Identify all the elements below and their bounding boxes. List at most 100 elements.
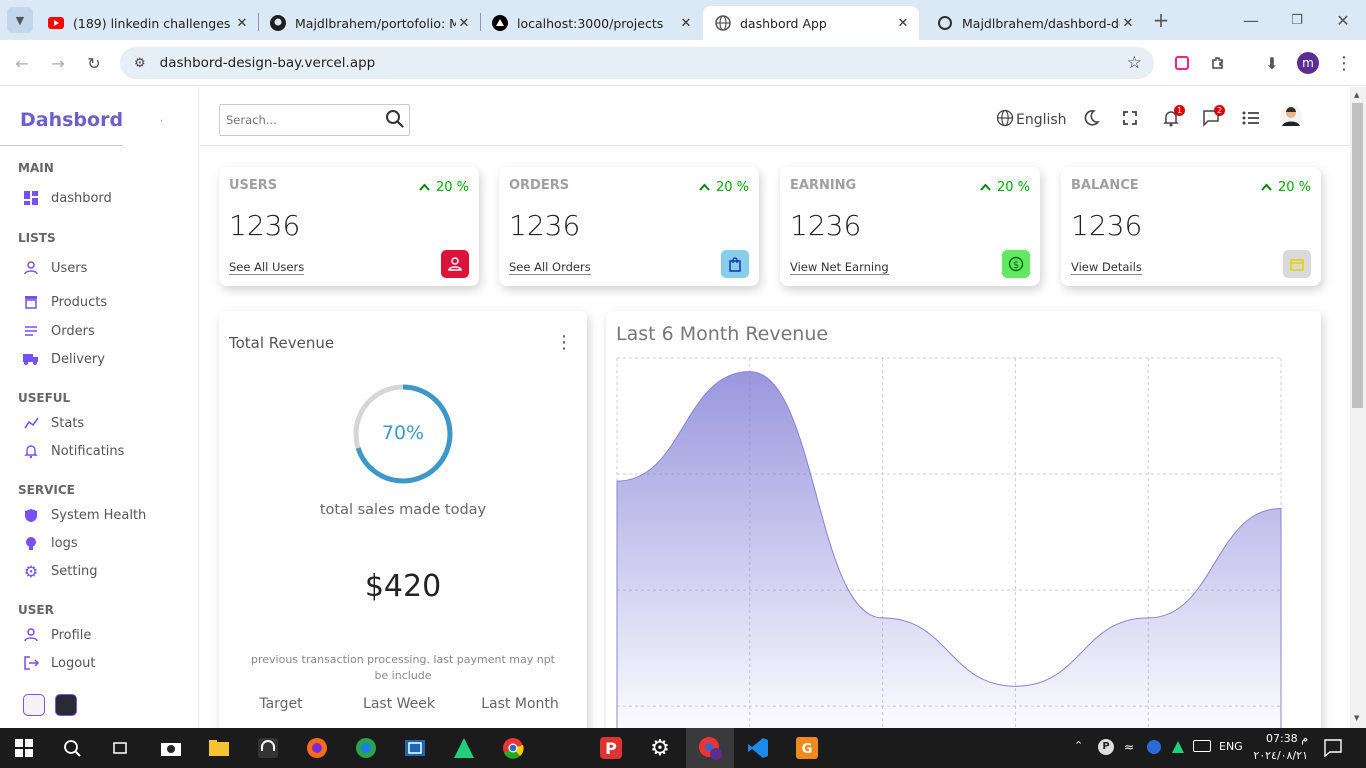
- tab-dashbord-app[interactable]: dashbord App ✕: [703, 6, 919, 40]
- page-scrollbar[interactable]: ▲ ▼: [1350, 87, 1366, 728]
- download-icon[interactable]: ⬇: [1259, 50, 1285, 76]
- tab-youtube[interactable]: (189) linkedin challenges in r ✕: [36, 6, 258, 40]
- sidebar-item-stats[interactable]: Stats: [22, 414, 84, 432]
- clock-time[interactable]: 07:38 م: [1256, 732, 1308, 745]
- windows-start-icon[interactable]: [12, 736, 36, 760]
- site-settings-icon[interactable]: ⚙: [134, 56, 146, 71]
- firefox-icon[interactable]: [305, 736, 329, 760]
- divider: [0, 145, 123, 146]
- task-view-icon[interactable]: [108, 736, 132, 760]
- sidebar-item-dashbord[interactable]: dashbord: [22, 189, 112, 207]
- more-vert-icon[interactable]: ⋮: [555, 332, 573, 353]
- tray-chrome-icon[interactable]: [1147, 740, 1161, 754]
- tab-localhost[interactable]: localhost:3000/projects ✕: [480, 6, 702, 40]
- dictionary-app-icon[interactable]: [403, 736, 427, 760]
- featured-subtitle: total sales made today: [319, 502, 487, 518]
- notification-center-icon[interactable]: [1324, 739, 1342, 761]
- light-theme-swatch[interactable]: [23, 694, 45, 716]
- fullscreen-button[interactable]: [1122, 109, 1138, 131]
- bookmark-star-icon[interactable]: ☆: [1127, 53, 1142, 73]
- truck-icon: [22, 350, 40, 368]
- edge-icon[interactable]: [354, 736, 378, 760]
- widget-link[interactable]: View Details: [1071, 260, 1142, 275]
- chrome-icon[interactable]: [501, 736, 525, 760]
- settings-gear-icon[interactable]: ⚙: [648, 736, 672, 761]
- dark-mode-toggle[interactable]: [1082, 109, 1100, 131]
- widget-link[interactable]: See All Orders: [509, 260, 591, 275]
- sidebar-item-delivery[interactable]: Delivery: [22, 350, 105, 368]
- sidebar-item-products[interactable]: Products: [22, 293, 107, 311]
- user-avatar[interactable]: [1280, 105, 1302, 129]
- close-window-button[interactable]: ✕: [1330, 7, 1356, 33]
- arrow-up-icon: [419, 180, 430, 195]
- wifi-icon[interactable]: ≈: [1124, 740, 1134, 754]
- extensions-puzzle-icon[interactable]: [1205, 50, 1231, 76]
- widget-percent-value: 20 %: [996, 180, 1030, 195]
- dollar-icon: $: [1002, 250, 1030, 278]
- sidebar-item-orders[interactable]: Orders: [22, 322, 95, 340]
- widget-title: USERS: [229, 178, 278, 193]
- wallet-icon: [1283, 250, 1311, 278]
- back-button[interactable]: ←: [9, 50, 35, 76]
- bell-icon: [22, 442, 40, 460]
- sidebar-item-users[interactable]: Users: [22, 259, 87, 277]
- tab-github-portfolio[interactable]: Majdlbrahem/portofolio: Mo ✕: [258, 6, 480, 40]
- close-tab-icon[interactable]: ✕: [1120, 16, 1136, 31]
- sidebar-item-logs[interactable]: logs: [22, 534, 78, 552]
- input-language[interactable]: ENG: [1219, 740, 1243, 753]
- widget-link[interactable]: View Net Earning: [790, 260, 889, 275]
- minimize-button[interactable]: —: [1238, 7, 1264, 33]
- sidebar-item-system-health[interactable]: System Health: [22, 506, 146, 524]
- pdf-app-icon[interactable]: G: [795, 736, 819, 760]
- close-tab-icon[interactable]: ✕: [456, 16, 472, 31]
- restore-button[interactable]: ❐: [1284, 7, 1310, 33]
- headset-app-icon[interactable]: [256, 736, 280, 760]
- close-tab-icon[interactable]: ✕: [678, 16, 694, 31]
- sidebar-item-logout[interactable]: Logout: [22, 654, 96, 672]
- stats-icon: [22, 414, 40, 432]
- sidebar-item-label: Delivery: [51, 351, 105, 367]
- browser-menu-icon[interactable]: ⋮: [1331, 50, 1357, 76]
- widget-count: 1236: [229, 209, 301, 242]
- search-input[interactable]: [226, 113, 381, 127]
- scrollbar-thumb[interactable]: [1352, 103, 1363, 408]
- sidebar-item-profile[interactable]: Profile: [22, 626, 91, 644]
- tab-search-button[interactable]: ▼: [7, 7, 33, 33]
- youtube-icon: [48, 15, 64, 31]
- new-tab-button[interactable]: +: [1148, 7, 1174, 33]
- sidebar-item-setting[interactable]: ⚙ Setting: [22, 562, 98, 581]
- scroll-down-arrow-icon[interactable]: ▼: [1354, 714, 1359, 722]
- widget-link[interactable]: See All Users: [229, 260, 305, 275]
- extension-icon[interactable]: [1169, 50, 1195, 76]
- dark-theme-swatch[interactable]: [55, 694, 77, 716]
- sidebar-item-label: Orders: [51, 323, 95, 339]
- address-bar[interactable]: ⚙ dashbord-design-bay.vercel.app ☆: [120, 47, 1154, 79]
- messages-button[interactable]: 2: [1202, 105, 1225, 131]
- search-icon[interactable]: [60, 736, 84, 760]
- profile-avatar[interactable]: m: [1295, 50, 1321, 76]
- reload-button[interactable]: ↻: [81, 50, 107, 76]
- sidebar-item-notifications[interactable]: Notificatins: [22, 442, 124, 460]
- search-icon[interactable]: [385, 109, 404, 132]
- battery-icon[interactable]: [1193, 740, 1211, 752]
- notifications-button[interactable]: 1: [1162, 105, 1185, 131]
- vscode-icon[interactable]: [746, 736, 770, 760]
- list-menu-button[interactable]: [1242, 109, 1260, 131]
- p-app-icon[interactable]: P: [599, 736, 623, 760]
- logo[interactable]: Dahsbord: [20, 109, 123, 131]
- file-explorer-icon[interactable]: [207, 736, 231, 760]
- close-tab-icon[interactable]: ✕: [234, 16, 250, 31]
- shield-icon: [22, 506, 40, 524]
- clock-date[interactable]: ٢٠٢٤/٠٨/٢١: [1244, 749, 1308, 762]
- camera-app-icon[interactable]: [159, 736, 183, 760]
- tray-p-icon[interactable]: P: [1098, 739, 1114, 755]
- tray-pycharm-icon[interactable]: [1171, 739, 1185, 758]
- forward-button[interactable]: →: [45, 50, 71, 76]
- language-selector[interactable]: English: [996, 109, 1067, 131]
- chrome-profile-icon[interactable]: [698, 736, 722, 760]
- close-tab-icon[interactable]: ✕: [895, 16, 911, 31]
- tab-github-dashbord[interactable]: Majdlbrahem/dashbord-desi ✕: [925, 6, 1144, 40]
- scroll-up-arrow-icon[interactable]: ▲: [1354, 91, 1359, 99]
- pycharm-icon[interactable]: [452, 736, 476, 760]
- tray-chevron-icon[interactable]: ⌃: [1074, 739, 1083, 752]
